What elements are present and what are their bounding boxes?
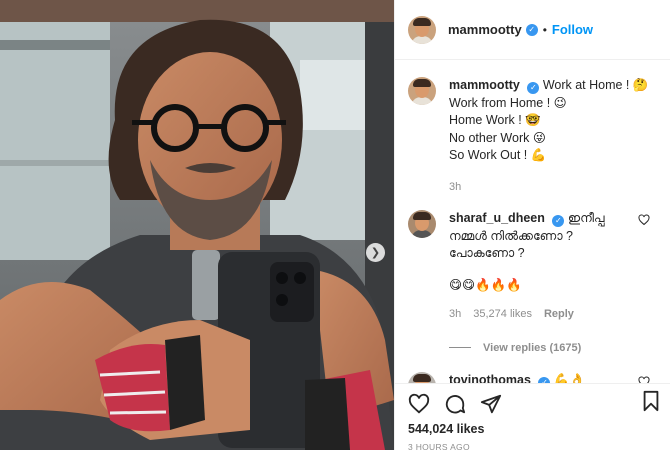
verified-icon: ✓ (525, 23, 538, 36)
caption-line: Home Work ! 🤓 (449, 113, 541, 127)
bookmark-icon[interactable] (640, 390, 662, 412)
chevron-right-icon[interactable]: ❯ (366, 243, 385, 262)
comment-text: sharaf_u_dheen ✓ ഇനീപ്പ നമ്മൾ നിൽക്കണോ ?… (449, 210, 605, 324)
caption-meta: 3h (449, 179, 648, 197)
view-replies-button[interactable]: View replies (1675) (449, 342, 658, 354)
caption-text: mammootty ✓ Work at Home ! 🤔 Work from H… (449, 77, 648, 196)
caption-line: Work from Home ! 😉 (449, 95, 567, 110)
likes-count[interactable]: 544,024 likes (408, 422, 658, 436)
comment-item: sharaf_u_dheen ✓ ഇനീപ്പ നമ്മൾ നിൽക്കണോ ?… (408, 210, 658, 324)
post-sidebar: mammootty ✓ • Follow mammootty ✓ Work at… (394, 0, 670, 450)
caption-time[interactable]: 3h (449, 179, 461, 197)
comment-line: പോകണോ ? (449, 246, 525, 260)
comment-username[interactable]: sharaf_u_dheen (449, 211, 545, 225)
comment-item: tovinothomas ✓ 💪👌 (408, 371, 658, 384)
action-icons (408, 390, 658, 418)
avatar[interactable] (408, 371, 436, 383)
comments-list[interactable]: mammootty ✓ Work at Home ! 🤔 Work from H… (395, 61, 670, 383)
comment-username[interactable]: tovinothomas (449, 373, 531, 384)
comment-meta: 3h 35,274 likes Reply (449, 306, 605, 324)
verified-icon: ✓ (552, 215, 565, 227)
avatar[interactable] (408, 15, 436, 44)
comment-heart-icon[interactable] (638, 214, 650, 226)
comment-icon[interactable] (444, 393, 466, 415)
caption-line: Work at Home ! 🤔 (542, 78, 649, 92)
comment-time[interactable]: 3h (449, 306, 461, 324)
comment-likes[interactable]: 35,274 likes (473, 306, 532, 324)
follow-button[interactable]: Follow (552, 22, 593, 37)
caption: mammootty ✓ Work at Home ! 🤔 Work from H… (408, 77, 658, 196)
comment-line: 💪👌 (553, 372, 586, 384)
post-photo[interactable]: ❯ (0, 0, 394, 450)
post-header: mammootty ✓ • Follow (395, 0, 670, 60)
instagram-post: ❯ mammootty ✓ • Follow mammootty ✓ Work … (0, 0, 670, 450)
heart-icon[interactable] (408, 393, 430, 415)
comment-heart-icon[interactable] (638, 375, 650, 384)
comment-line: നമ്മൾ നിൽക്കണോ ? (449, 228, 573, 243)
caption-line: So Work Out ! 💪 (449, 148, 547, 162)
share-icon[interactable] (480, 393, 502, 415)
selfie-image (0, 0, 394, 450)
comment-text: tovinothomas ✓ 💪👌 (449, 372, 586, 384)
comment-line: ഇനീപ്പ (567, 211, 605, 225)
view-replies-label: View replies (1675) (483, 341, 582, 354)
avatar[interactable] (408, 210, 436, 238)
separator-dot: • (542, 22, 547, 37)
caption-username[interactable]: mammootty (449, 78, 520, 92)
avatar[interactable] (408, 77, 436, 105)
comment-emoji-line: 😋😋🔥🔥🔥 (449, 277, 522, 292)
header-username[interactable]: mammootty (448, 22, 522, 37)
post-timestamp[interactable]: 3 HOURS AGO (408, 442, 658, 450)
post-actions: 544,024 likes 3 HOURS AGO (395, 383, 670, 450)
verified-icon: ✓ (527, 82, 540, 94)
caption-line: No other Work 😜 (449, 130, 546, 145)
reply-button[interactable]: Reply (544, 306, 574, 324)
